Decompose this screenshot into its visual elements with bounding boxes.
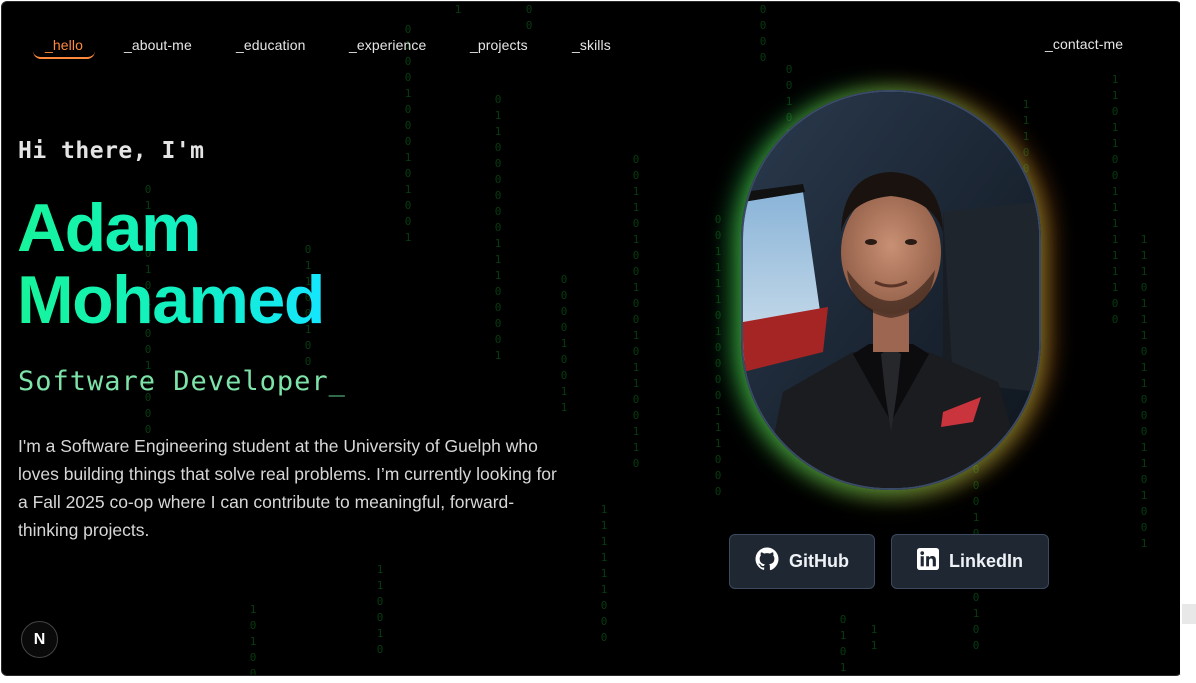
top-nav: _hello _about-me _education _experience … [2,2,1181,82]
rain-column: 1 1 [870,623,878,652]
hero-role: Software Developer_ [18,366,346,397]
typing-cursor: _ [328,366,346,397]
page-frame: 0 1 0 0 0 1 0 1 1 0 0 1 1 0 0 0 1 0 1 0 … [1,1,1182,676]
nav-item-hello[interactable]: _hello [33,35,95,59]
profile-photo-illustration [743,92,1039,488]
nav-item-projects[interactable]: _projects [470,35,528,59]
github-button[interactable]: GitHub [729,534,875,589]
rain-column: 1 1 0 1 1 0 0 1 1 1 1 1 1 1 0 0 [1111,73,1119,326]
hero-first-name: Adam [17,190,200,266]
nav-item-experience[interactable]: _experience [349,35,426,59]
rain-column: 0 1 0 1 [839,613,847,674]
rain-column: 1 1 1 1 1 1 0 0 0 [600,503,608,644]
rain-column: 0 0 1 1 1 1 0 1 0 0 0 0 1 1 1 0 0 0 [714,213,722,498]
rain-column: 0 0 0 0 1 0 0 1 1 [560,273,568,414]
scrollbar-thumb[interactable] [1182,604,1196,624]
rain-column: 1 0 1 0 0 [249,603,257,676]
n-logo-icon: N [33,630,46,648]
hero-role-text: Software Developer [18,366,329,397]
next-dev-badge[interactable]: N [21,621,58,658]
rain-column: 0 0 1 1 0 1 0 0 1 0 0 1 0 1 1 0 0 1 1 0 [632,153,640,470]
github-label: GitHub [789,551,849,571]
rain-column: 0 1 1 0 0 0 0 0 0 1 1 1 0 0 0 0 1 [494,93,502,362]
nav-item-contact-me[interactable]: _contact-me [1045,34,1123,58]
rain-column: 1 1 1 0 1 1 1 0 1 1 0 0 0 1 1 0 1 0 0 1 [1140,233,1148,550]
profile-photo [741,90,1041,490]
linkedin-label: LinkedIn [948,551,1023,571]
hero-last-name: Mohamed [17,262,324,338]
hero-name: Adam Mohamed [17,192,324,336]
linkedin-icon [916,548,939,575]
hero-greeting: Hi there, I'm [18,138,205,164]
nav-item-about-me[interactable]: _about-me [124,35,192,59]
nav-item-skills[interactable]: _skills [572,35,611,59]
linkedin-button[interactable]: LinkedIn [891,534,1049,589]
nav-item-education[interactable]: _education [236,35,306,59]
hero-bio: I'm a Software Engineering student at th… [18,436,557,540]
rain-column: 1 1 0 0 1 0 [376,563,384,656]
github-icon [755,547,779,576]
scrollbar-track[interactable] [1180,1,1196,674]
